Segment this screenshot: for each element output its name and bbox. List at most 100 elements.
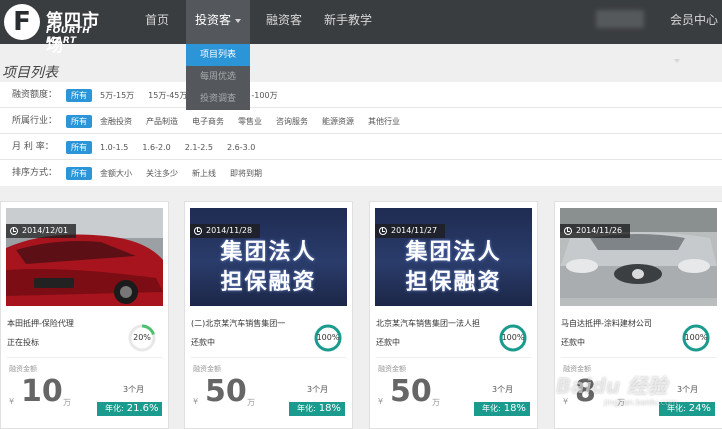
card-title[interactable]: 马自达抵押-涂料建材公司 — [561, 318, 652, 329]
annual-rate-badge: 年化: 21.6% — [97, 402, 163, 416]
filter-options: 所有 1.0-1.5 1.6-2.0 2.1-2.5 2.6-3.0 — [66, 134, 269, 160]
filter-row-industry: 所属行业： 所有 金融投资 产品制造 电子商务 零售业 咨询服务 能源资源 其他… — [0, 108, 722, 134]
filter-option[interactable]: 零售业 — [238, 116, 262, 127]
chevron-down-icon — [674, 58, 680, 63]
nav-tutorial[interactable]: 新手教学 — [324, 0, 372, 44]
amount-unit: 万 — [432, 398, 440, 407]
banner-image[interactable]: 集团法人 担保融资 2014/11/27 — [375, 208, 532, 306]
filter-option-all[interactable]: 所有 — [66, 166, 92, 180]
banner-line: 担保融资 — [405, 270, 502, 295]
filter-option[interactable]: 产品制造 — [146, 116, 178, 127]
filter-option[interactable]: 5万-15万 — [100, 90, 134, 101]
filter-panel: 融资额度： 所有 5万-15万 15万-45万 -100万 所属行业： 所有 金… — [0, 82, 722, 186]
filter-options: 所有 金融投资 产品制造 电子商务 零售业 咨询服务 能源资源 其他行业 — [66, 108, 414, 134]
baidu-watermark-url: jingyan.baidu.com — [604, 398, 678, 407]
filter-option[interactable]: 能源资源 — [322, 116, 354, 127]
blurred-username — [596, 10, 644, 28]
card-title[interactable]: (二)北京某汽车销售集团一 — [191, 318, 285, 329]
rate-label: 年化: — [105, 404, 124, 413]
amount-unit: 万 — [247, 398, 255, 407]
car-image[interactable]: 2014/11/26 — [560, 208, 717, 306]
project-card[interactable]: 集团法人 担保融资 2014/11/27 北京某汽车销售集团一法人担 还款中 1… — [369, 201, 538, 429]
filter-label: 排序方式： — [12, 168, 58, 178]
red-car-photo — [6, 208, 163, 306]
brand-logo[interactable]: F 第四市场 FOURTH MART — [4, 4, 114, 56]
divider — [191, 357, 346, 358]
card-title[interactable]: 本田抵押-保险代理 — [7, 318, 74, 329]
rate-value: 21.6% — [126, 403, 159, 414]
date-tag: 2014/11/28 — [190, 224, 261, 238]
dropdown-item-investment-survey[interactable]: 投资调查 — [186, 88, 250, 110]
project-card[interactable]: 集团法人 担保融资 2014/11/28 (二)北京某汽车销售集团一 还款中 1… — [184, 201, 353, 429]
filter-option[interactable]: 咨询服务 — [276, 116, 308, 127]
nav-investor[interactable]: 投资客 — [186, 0, 250, 44]
card-date: 2014/12/01 — [22, 226, 69, 235]
banner-line: 集团法人 — [220, 240, 317, 265]
progress-text: 100% — [684, 333, 708, 342]
currency-symbol: ¥ — [378, 397, 384, 406]
filter-option[interactable]: 2.1-2.5 — [185, 143, 213, 152]
project-card[interactable]: 2014/12/01 本田抵押-保险代理 正在投标 20% 融资金额 ¥ 10 … — [0, 201, 169, 429]
filter-option[interactable]: 金融投资 — [100, 116, 132, 127]
filter-option[interactable]: 电子商务 — [192, 116, 224, 127]
filter-options: 所有 金额大小 关注多少 新上线 即将到期 — [66, 160, 276, 186]
filter-row-rate: 月 利 率： 所有 1.0-1.5 1.6-2.0 2.1-2.5 2.6-3.… — [0, 134, 722, 160]
divider — [7, 357, 162, 358]
nav-member-label: 会员中心 — [670, 13, 719, 27]
filter-option[interactable]: 15万-45万 — [148, 90, 187, 101]
filter-option[interactable]: 1.6-2.0 — [142, 143, 170, 152]
amount-value: 10 — [21, 374, 63, 409]
filter-option[interactable]: 新上线 — [192, 168, 216, 179]
banner-image[interactable]: 集团法人 担保融资 2014/11/28 — [190, 208, 347, 306]
progress-text: 100% — [501, 333, 525, 342]
amount-value: 50 — [390, 374, 432, 409]
rate-value: 24% — [688, 403, 711, 414]
nav-member-center[interactable]: 会员中心 — [670, 0, 722, 63]
filter-option[interactable]: 1.0-1.5 — [100, 143, 128, 152]
filter-option[interactable]: -100万 — [251, 90, 277, 101]
nav-home[interactable]: 首页 — [145, 0, 169, 44]
banner-graphic: 集团法人 担保融资 — [190, 208, 347, 306]
clock-icon — [379, 227, 387, 235]
clock-icon — [10, 227, 18, 235]
filter-option[interactable]: 其他行业 — [368, 116, 400, 127]
dropdown-item-weekly-picks[interactable]: 每周优选 — [186, 66, 250, 88]
car-image[interactable]: 2014/12/01 — [6, 208, 163, 306]
nav-investor-label: 投资客 — [194, 13, 231, 27]
annual-rate-badge: 年化: 18% — [289, 402, 345, 416]
card-status: 还款中 — [376, 338, 400, 347]
filter-options: 所有 5万-15万 15万-45万 -100万 — [66, 82, 292, 108]
amount-label: 融资金额 — [9, 365, 37, 373]
progress-ring: 20% — [127, 323, 157, 353]
progress-text: 20% — [133, 333, 151, 342]
nav-borrower[interactable]: 融资客 — [266, 0, 302, 44]
dropdown-item-project-list[interactable]: 项目列表 — [186, 44, 250, 66]
chevron-down-icon — [235, 18, 241, 23]
filter-option[interactable]: 金额大小 — [100, 168, 132, 179]
brand-name-en: FOURTH MART — [46, 26, 91, 46]
card-status: 正在投标 — [7, 338, 39, 347]
clock-icon — [194, 227, 202, 235]
amount-value: 50 — [205, 374, 247, 409]
filter-row-amount: 融资额度： 所有 5万-15万 15万-45万 -100万 — [0, 82, 722, 108]
date-tag: 2014/12/01 — [6, 224, 77, 238]
currency-symbol: ¥ — [193, 397, 199, 406]
filter-option-all[interactable]: 所有 — [66, 140, 92, 154]
amount-label: 融资金额 — [193, 365, 221, 373]
filter-option[interactable]: 关注多少 — [146, 168, 178, 179]
rate-value: 18% — [503, 403, 526, 414]
filter-option-all[interactable]: 所有 — [66, 114, 92, 128]
loan-term: 3个月 — [307, 385, 329, 394]
filter-option[interactable]: 2.6-3.0 — [227, 143, 255, 152]
rate-label: 年化: — [482, 404, 501, 413]
filter-option-all[interactable]: 所有 — [66, 88, 92, 102]
banner-line: 集团法人 — [405, 240, 502, 265]
divider — [561, 357, 716, 358]
card-title[interactable]: 北京某汽车销售集团一法人担 — [376, 318, 480, 329]
date-tag: 2014/11/26 — [560, 224, 631, 238]
filter-option[interactable]: 即将到期 — [230, 168, 262, 179]
card-date: 2014/11/28 — [206, 226, 253, 235]
loan-term: 3个月 — [123, 385, 145, 394]
card-date: 2014/11/26 — [576, 226, 623, 235]
progress-ring: 100% — [313, 323, 343, 353]
